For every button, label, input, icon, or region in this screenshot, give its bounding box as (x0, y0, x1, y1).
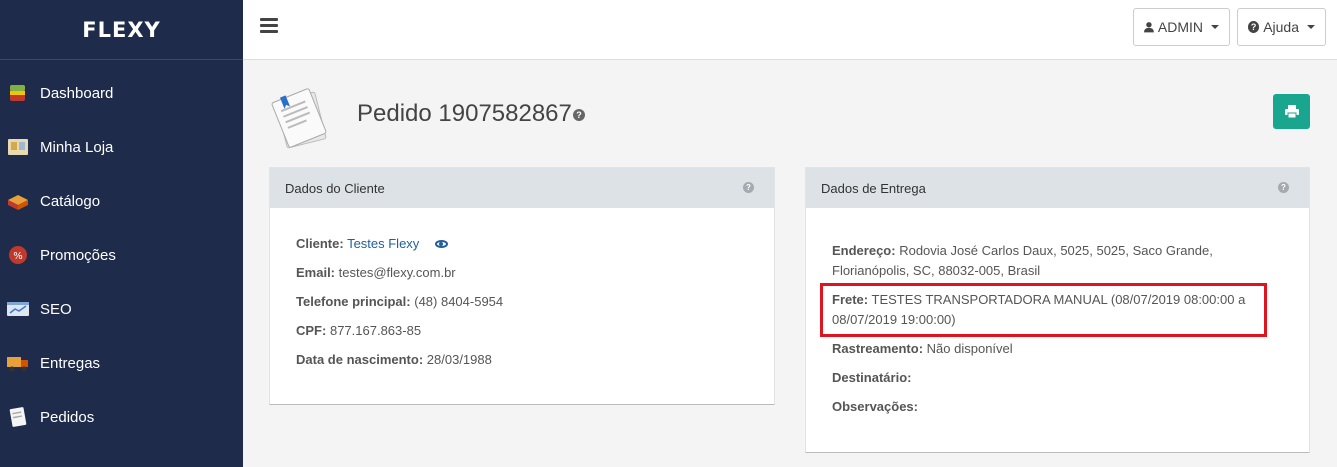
customer-name-link[interactable]: Testes Flexy (347, 236, 419, 251)
delivery-tracking-label: Rastreamento: (832, 341, 924, 356)
help-icon[interactable]: ? (743, 182, 754, 193)
delivery-recipient-row: Destinatário: (832, 368, 1283, 388)
sidebar-item-label: SEO (40, 300, 72, 318)
page-title: Pedido 1907582867 (357, 100, 572, 127)
topbar: ADMIN ? Ajuda (243, 0, 1337, 60)
customer-panel-body: Cliente: Testes Flexy Email: testes@flex… (270, 208, 774, 370)
delivery-notes-label: Observações: (832, 399, 918, 414)
sidebar-item-label: Catálogo (40, 192, 101, 210)
help-menu-button[interactable]: ? Ajuda (1237, 8, 1326, 46)
sidebar-item-label: Dashboard (40, 84, 114, 102)
catalog-icon (6, 190, 30, 212)
delivery-panel-header: Dados de Entrega ? (806, 168, 1309, 208)
customer-cpf-value: 877.167.863-85 (329, 323, 422, 338)
customer-phone-value: (48) 8404-5954 (414, 294, 504, 309)
customer-name-row: Cliente: Testes Flexy (296, 234, 748, 254)
sidebar-nav: Dashboard Minha Loja Catálogo % Promoçõe… (0, 66, 243, 444)
help-menu-label: Ajuda (1263, 19, 1299, 35)
delivery-panel-title: Dados de Entrega (821, 180, 926, 196)
help-icon: ? (1248, 21, 1260, 33)
customer-email-value: testes@flexy.com.br (338, 265, 456, 280)
sidebar-item-catalogo[interactable]: Catálogo (0, 174, 243, 228)
seo-icon (6, 298, 30, 320)
customer-phone-row: Telefone principal: (48) 8404-5954 (296, 292, 748, 312)
truck-icon (6, 352, 30, 374)
sidebar-item-dashboard[interactable]: Dashboard (0, 66, 243, 120)
promotion-icon: % (6, 244, 30, 266)
customer-panel-header: Dados do Cliente ? (270, 168, 774, 208)
print-button[interactable] (1273, 94, 1310, 129)
customer-name-label: Cliente: (296, 236, 344, 251)
customer-email-row: Email: testes@flexy.com.br (296, 263, 748, 283)
svg-text:%: % (13, 251, 23, 262)
delivery-address-row: Endereço: Rodovia José Carlos Daux, 5025… (832, 241, 1283, 281)
brand-logo[interactable]: FLEXY (0, 0, 243, 60)
sidebar-item-pedidos[interactable]: Pedidos (0, 390, 243, 444)
sidebar-item-label: Minha Loja (40, 138, 114, 156)
printer-icon (1284, 105, 1299, 118)
user-icon (1144, 22, 1154, 33)
sidebar-item-promocoes[interactable]: % Promoções (0, 228, 243, 282)
sidebar-item-entregas[interactable]: Entregas (0, 336, 243, 390)
delivery-notes-row: Observações: (832, 397, 1283, 417)
help-icon[interactable]: ? (573, 109, 585, 121)
delivery-address-label: Endereço: (832, 243, 896, 258)
customer-cpf-row: CPF: 877.167.863-85 (296, 321, 748, 341)
store-icon (6, 136, 30, 158)
customer-phone-label: Telefone principal: (296, 294, 411, 309)
customer-panel-title: Dados do Cliente (285, 180, 385, 196)
customer-email-label: Email: (296, 265, 336, 280)
sidebar: FLEXY Dashboard Minha Loja Catálogo % Pr… (0, 0, 243, 467)
delivery-recipient-label: Destinatário: (832, 370, 912, 385)
dashboard-icon (6, 82, 30, 104)
menu-toggle-icon[interactable] (260, 18, 278, 33)
brand-name: FLEXY (82, 17, 161, 42)
chevron-down-icon (1211, 25, 1219, 29)
sidebar-item-label: Pedidos (40, 408, 95, 426)
customer-birthdate-value: 28/03/1988 (426, 352, 492, 367)
sidebar-item-label: Promoções (40, 246, 116, 264)
sidebar-item-label: Entregas (40, 354, 101, 372)
customer-birthdate-label: Data de nascimento: (296, 352, 424, 367)
sidebar-item-seo[interactable]: SEO (0, 282, 243, 336)
orders-icon (6, 406, 30, 428)
customer-birthdate-row: Data de nascimento: 28/03/1988 (296, 350, 748, 370)
chevron-down-icon (1307, 25, 1315, 29)
user-menu-button[interactable]: ADMIN (1133, 8, 1230, 46)
orders-page-icon (269, 86, 333, 150)
user-menu-label: ADMIN (1157, 19, 1203, 35)
help-icon[interactable]: ? (1278, 182, 1289, 193)
sidebar-item-minha-loja[interactable]: Minha Loja (0, 120, 243, 174)
customer-panel: Dados do Cliente ? Cliente: Testes Flexy… (269, 167, 775, 405)
delivery-tracking-row: Rastreamento: Não disponível (832, 339, 1283, 359)
shipping-highlight-box (820, 283, 1267, 337)
eye-icon[interactable] (434, 239, 448, 248)
customer-cpf-label: CPF: (296, 323, 327, 338)
delivery-tracking-value: Não disponível (926, 341, 1013, 356)
